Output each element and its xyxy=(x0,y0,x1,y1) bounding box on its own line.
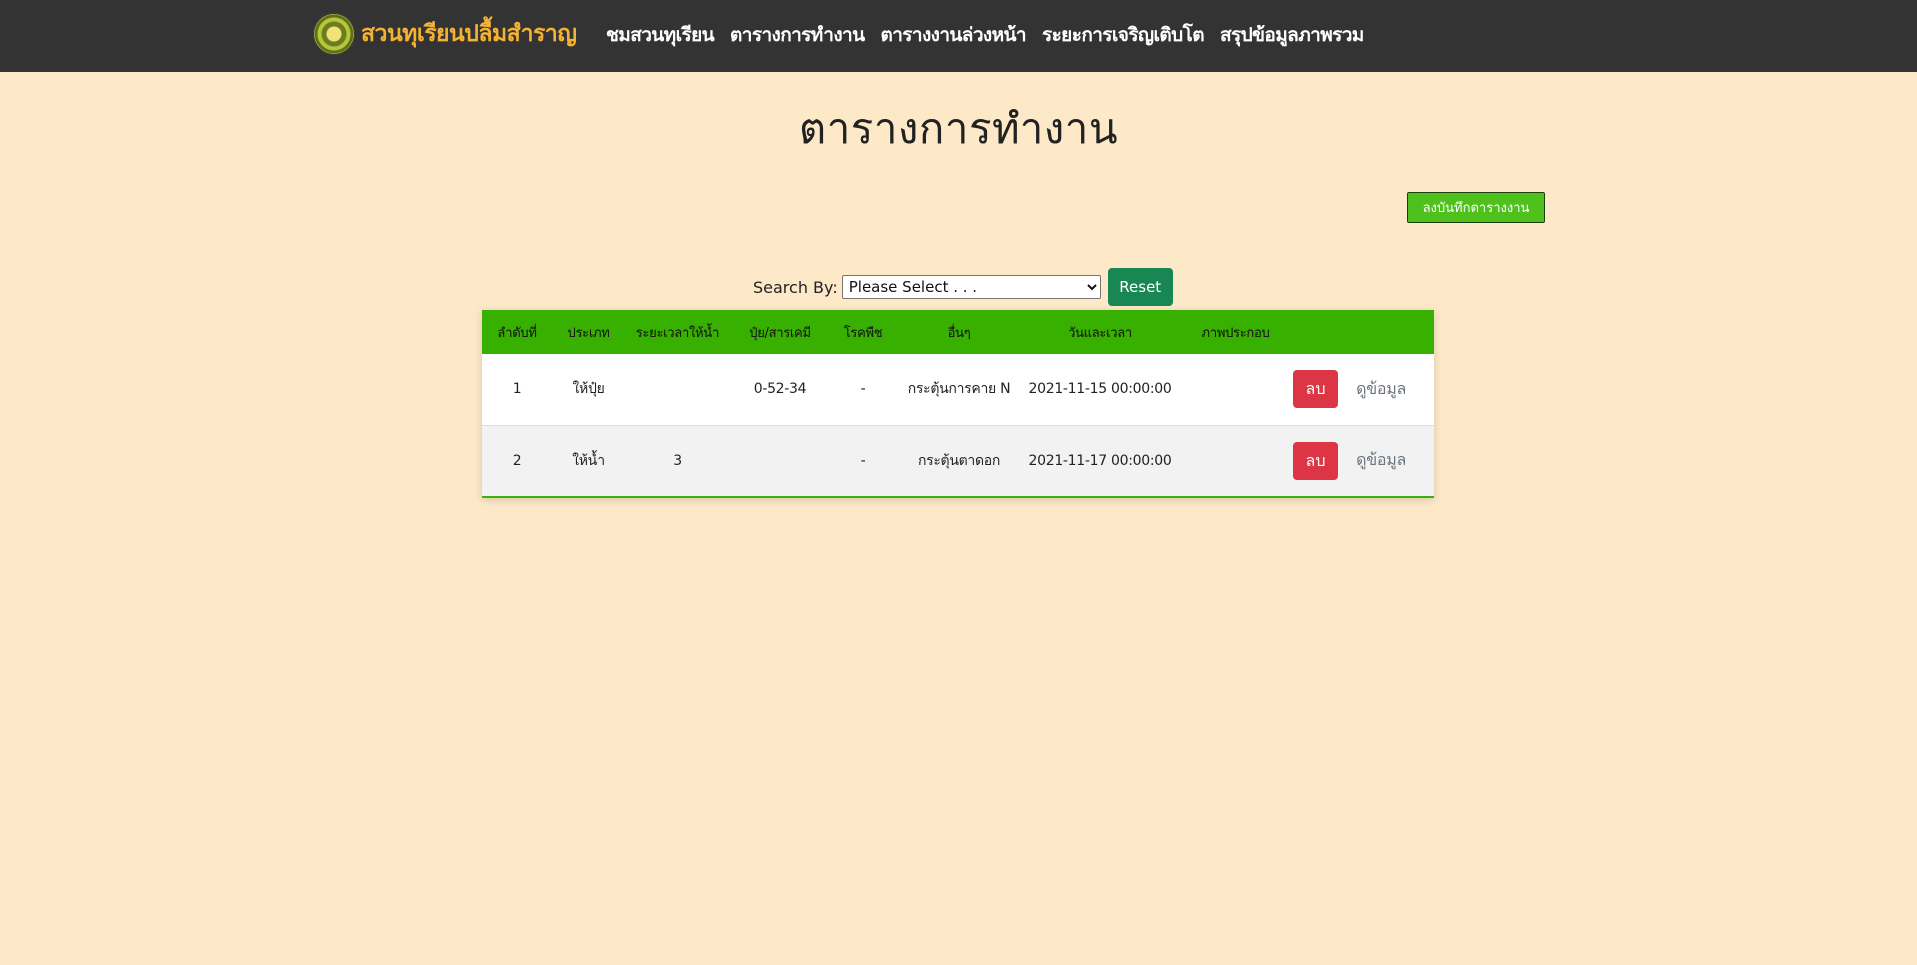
cell-actions: ลบ ดูข้อมูล xyxy=(1293,425,1434,496)
col-header-fertilizer: ปุ๋ย/สารเคมี xyxy=(749,325,811,341)
brand-link[interactable]: สวนทุเรียนปลื้มสำราญ xyxy=(313,12,577,56)
col-header-no: ลำดับที่ xyxy=(497,325,537,341)
search-by-select[interactable]: Please Select . . . xyxy=(841,275,1101,299)
col-header-disease: โรคพืช xyxy=(843,325,883,341)
nav-link-overview-summary[interactable]: สรุปข้อมูลภาพรวม xyxy=(1220,20,1364,50)
page-title: ตารางการทำงาน xyxy=(798,104,1119,153)
col-header-image: ภาพประกอบ xyxy=(1201,325,1270,341)
cell-no: 1 xyxy=(512,381,522,398)
nav-link-growth-stages[interactable]: ระยะการเจริญเติบโต xyxy=(1042,20,1205,50)
view-details-link[interactable]: ดูข้อมูล xyxy=(1356,377,1406,402)
cell-actions: ลบ ดูข้อมูล xyxy=(1293,354,1434,425)
delete-button[interactable]: ลบ xyxy=(1293,370,1338,409)
cell-no: 2 xyxy=(512,452,522,469)
record-schedule-button[interactable]: ลงบันทึกตารางงาน xyxy=(1407,192,1545,223)
cell-fertilizer: 0-52-34 xyxy=(753,381,807,398)
cell-disease: - xyxy=(860,381,866,398)
nav-link-orchard-tour[interactable]: ชมสวนทุเรียน xyxy=(606,20,715,50)
cell-fertilizer xyxy=(730,425,830,496)
col-header-water-time: ระยะเวลาให้น้ำ xyxy=(635,325,720,341)
cell-other: กระตุ้นตาดอก xyxy=(917,452,1001,469)
cell-image xyxy=(1178,354,1293,425)
search-by-label: Search By: xyxy=(753,277,838,297)
cell-water-time xyxy=(625,354,730,425)
col-header-actions xyxy=(1293,310,1434,354)
cell-water-time: 3 xyxy=(673,452,682,469)
col-header-datetime: วันและเวลา xyxy=(1068,325,1132,341)
brand-name: สวนทุเรียนปลื้มสำราญ xyxy=(361,21,577,47)
col-header-other: อื่นๆ xyxy=(947,325,971,341)
cell-datetime: 2021-11-17 00:00:00 xyxy=(1028,452,1172,469)
cell-disease: - xyxy=(860,452,866,469)
view-details-link[interactable]: ดูข้อมูล xyxy=(1356,448,1406,473)
nav-link-upcoming-schedule[interactable]: ตารางงานล่วงหน้า xyxy=(881,20,1027,50)
durian-orchard-logo-icon xyxy=(313,13,355,55)
top-navbar: สวนทุเรียนปลื้มสำราญ ชมสวนทุเรียน ตารางก… xyxy=(0,0,1917,72)
nav-link-work-schedule[interactable]: ตารางการทำงาน xyxy=(730,20,865,50)
cell-type: ให้ปุ๋ย xyxy=(572,381,605,398)
table-row: 2 ให้น้ำ 3 - กระตุ้นตาดอก 2021-11-17 00:… xyxy=(482,425,1434,496)
cell-datetime: 2021-11-15 00:00:00 xyxy=(1028,381,1172,398)
table-row: 1 ให้ปุ๋ย 0-52-34 - กระตุ้นการคาย N 2021… xyxy=(482,354,1434,425)
col-header-type: ประเภท xyxy=(567,325,610,341)
nav-links: ชมสวนทุเรียน ตารางการทำงาน ตารางงานล่วงห… xyxy=(606,20,1380,50)
work-schedule-table: ลำดับที่ ประเภท ระยะเวลาให้น้ำ ปุ๋ย/สารเ… xyxy=(482,310,1434,496)
cell-other: กระตุ้นการคาย N xyxy=(907,381,1011,398)
work-schedule-table-container: ลำดับที่ ประเภท ระยะเวลาให้น้ำ ปุ๋ย/สารเ… xyxy=(482,310,1434,498)
cell-type: ให้น้ำ xyxy=(572,452,605,469)
reset-button[interactable]: Reset xyxy=(1107,268,1173,306)
delete-button[interactable]: ลบ xyxy=(1293,441,1338,480)
table-header-row: ลำดับที่ ประเภท ระยะเวลาให้น้ำ ปุ๋ย/สารเ… xyxy=(482,310,1434,354)
cell-image xyxy=(1178,425,1293,496)
search-bar: Search By: Please Select . . . Reset xyxy=(753,268,1173,306)
